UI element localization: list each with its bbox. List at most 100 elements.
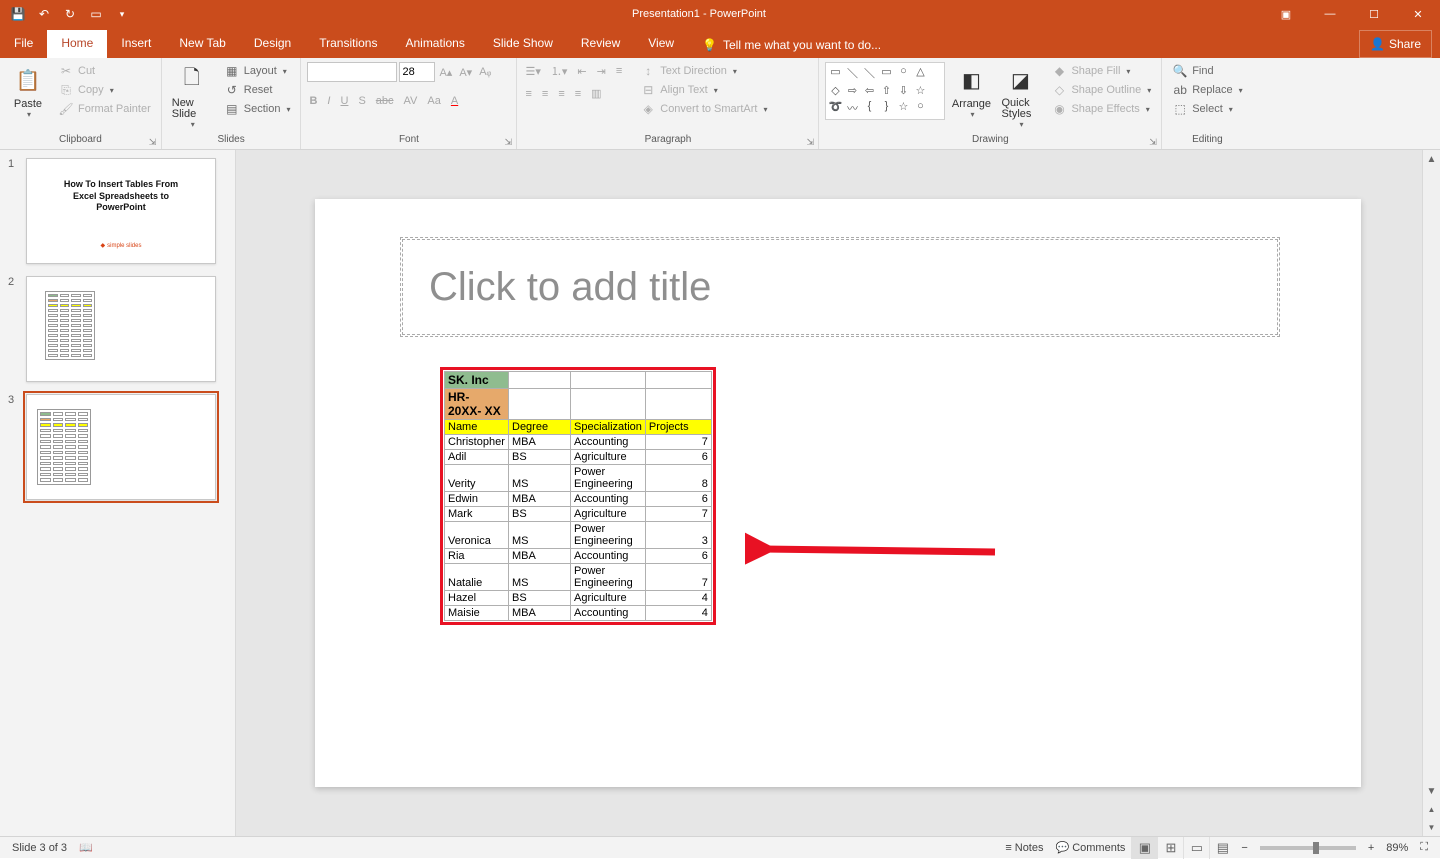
- strikethrough-icon[interactable]: abc: [374, 94, 396, 108]
- thumbnail-1[interactable]: 1 How To Insert Tables From Excel Spread…: [8, 158, 223, 264]
- bullets-icon[interactable]: ☰▾: [523, 64, 542, 79]
- zoom-level[interactable]: 89%: [1380, 842, 1414, 854]
- cut-button[interactable]: ✂Cut: [54, 62, 155, 80]
- normal-view-icon[interactable]: ▣: [1131, 837, 1157, 859]
- columns-icon[interactable]: ▥: [589, 86, 603, 101]
- zoom-slider[interactable]: [1260, 846, 1356, 850]
- arrange-button[interactable]: ◧ Arrange ▾: [949, 62, 993, 134]
- notes-button[interactable]: ≡Notes: [999, 842, 1049, 854]
- maximize-icon[interactable]: ☐: [1352, 0, 1396, 28]
- previous-slide-icon[interactable]: ▲: [1423, 800, 1440, 818]
- bold-icon[interactable]: B: [307, 94, 319, 108]
- shapes-gallery[interactable]: ▭＼＼▭○△ ◇⇨⇦⇧⇩☆ ➰〰{}☆○: [825, 62, 945, 120]
- decrease-font-icon[interactable]: A▾: [457, 65, 474, 80]
- tab-animations[interactable]: Animations: [391, 30, 478, 58]
- new-slide-button[interactable]: 🗋 New Slide ▾: [168, 62, 216, 134]
- font-color-icon[interactable]: A: [449, 94, 460, 108]
- table-cell: 3: [645, 522, 711, 549]
- tab-design[interactable]: Design: [240, 30, 305, 58]
- shape-effects-button[interactable]: ◉Shape Effects▾: [1047, 100, 1155, 118]
- share-button[interactable]: 👤 Share: [1359, 30, 1432, 58]
- share-label: Share: [1389, 37, 1421, 51]
- section-button[interactable]: ▤Section▾: [220, 100, 295, 118]
- replace-button[interactable]: abReplace▾: [1168, 81, 1246, 99]
- tab-review[interactable]: Review: [567, 30, 634, 58]
- tab-home[interactable]: Home: [47, 30, 107, 58]
- slideshow-view-icon[interactable]: ▤: [1209, 837, 1235, 859]
- align-text-button[interactable]: ⊟Align Text▾: [636, 81, 771, 99]
- copy-icon: ⎘: [58, 82, 74, 98]
- slide-counter[interactable]: Slide 3 of 3: [6, 842, 73, 854]
- font-name-input[interactable]: [307, 62, 397, 82]
- line-spacing-icon[interactable]: ≡: [614, 64, 624, 78]
- numbering-icon[interactable]: ⒈▾: [549, 62, 570, 80]
- increase-indent-icon[interactable]: ⇥: [595, 64, 608, 79]
- paste-button[interactable]: 📋 Paste ▾: [6, 62, 50, 134]
- shadow-icon[interactable]: S: [356, 94, 367, 108]
- embedded-excel-table[interactable]: SK. Inc HR- 20XX- XX NameDegreeSpecializ…: [440, 367, 716, 625]
- qat-expand-icon[interactable]: ▾: [110, 3, 134, 25]
- next-slide-icon[interactable]: ▼: [1423, 818, 1440, 836]
- layout-button[interactable]: ▦Layout▾: [220, 62, 295, 80]
- clear-formatting-icon[interactable]: Aᵩ: [477, 65, 493, 79]
- quick-styles-button[interactable]: ◪ Quick Styles ▾: [997, 62, 1043, 134]
- thumbnail-3[interactable]: 3: [8, 394, 223, 500]
- undo-icon[interactable]: ↶: [32, 3, 56, 25]
- table-cell: Ria: [445, 549, 509, 564]
- increase-font-icon[interactable]: A▴: [437, 65, 454, 80]
- character-spacing-icon[interactable]: AV: [402, 94, 420, 108]
- convert-smartart-button[interactable]: ◈Convert to SmartArt▾: [636, 100, 771, 118]
- tab-view[interactable]: View: [634, 30, 688, 58]
- header-name: Name: [445, 420, 509, 435]
- clipboard-launcher-icon[interactable]: ⇲: [149, 137, 159, 147]
- comments-button[interactable]: 💬Comments: [1050, 841, 1132, 854]
- slide-canvas[interactable]: Click to add title SK. Inc HR- 20XX- XX …: [315, 199, 1361, 787]
- copy-button[interactable]: ⎘Copy▾: [54, 81, 155, 99]
- redo-icon[interactable]: ↻: [58, 3, 82, 25]
- tab-slide-show[interactable]: Slide Show: [479, 30, 567, 58]
- minimize-icon[interactable]: —: [1308, 0, 1352, 28]
- reset-button[interactable]: ↺Reset: [220, 81, 295, 99]
- select-button[interactable]: ⬚Select▾: [1168, 100, 1246, 118]
- workspace: 1 How To Insert Tables From Excel Spread…: [0, 150, 1440, 836]
- format-painter-button[interactable]: 🖌Format Painter: [54, 100, 155, 118]
- fit-to-window-icon[interactable]: ⛶: [1414, 841, 1434, 854]
- scroll-up-icon[interactable]: ▲: [1423, 150, 1440, 168]
- text-direction-button[interactable]: ↕Text Direction▾: [636, 62, 771, 80]
- ribbon-display-options-icon[interactable]: ▣: [1264, 0, 1308, 28]
- paragraph-launcher-icon[interactable]: ⇲: [806, 137, 816, 147]
- spell-check-icon[interactable]: 📖: [73, 841, 99, 854]
- zoom-thumb[interactable]: [1313, 842, 1319, 854]
- vertical-scrollbar[interactable]: ▲ ▼ ▲ ▼: [1422, 150, 1440, 836]
- font-size-input[interactable]: [399, 62, 435, 82]
- thumbnail-2[interactable]: 2: [8, 276, 223, 382]
- reading-view-icon[interactable]: ▭: [1183, 837, 1209, 859]
- drawing-launcher-icon[interactable]: ⇲: [1149, 137, 1159, 147]
- justify-icon[interactable]: ≡: [573, 87, 583, 101]
- start-from-beginning-icon[interactable]: ▭: [84, 3, 108, 25]
- save-icon[interactable]: 💾: [6, 3, 30, 25]
- font-launcher-icon[interactable]: ⇲: [504, 137, 514, 147]
- shape-fill-button[interactable]: ◆Shape Fill▾: [1047, 62, 1155, 80]
- zoom-in-button[interactable]: +: [1362, 842, 1380, 854]
- find-button[interactable]: 🔍Find: [1168, 62, 1246, 80]
- scroll-down-icon[interactable]: ▼: [1423, 782, 1440, 800]
- decrease-indent-icon[interactable]: ⇤: [575, 64, 588, 79]
- tab-new-tab[interactable]: New Tab: [165, 30, 239, 58]
- underline-icon[interactable]: U: [338, 94, 350, 108]
- table-cell: 4: [645, 591, 711, 606]
- shape-outline-button[interactable]: ◇Shape Outline▾: [1047, 81, 1155, 99]
- align-center-icon[interactable]: ≡: [540, 87, 550, 101]
- align-right-icon[interactable]: ≡: [556, 87, 566, 101]
- title-placeholder[interactable]: Click to add title: [400, 237, 1280, 337]
- italic-icon[interactable]: I: [325, 94, 332, 108]
- close-icon[interactable]: ✕: [1396, 0, 1440, 28]
- tell-me-search[interactable]: 💡 Tell me what you want to do...: [688, 32, 895, 58]
- tab-insert[interactable]: Insert: [107, 30, 165, 58]
- align-left-icon[interactable]: ≡: [523, 87, 533, 101]
- zoom-out-button[interactable]: −: [1235, 842, 1253, 854]
- change-case-icon[interactable]: Aa: [425, 94, 442, 108]
- slide-sorter-view-icon[interactable]: ⊞: [1157, 837, 1183, 859]
- tab-transitions[interactable]: Transitions: [305, 30, 391, 58]
- file-tab[interactable]: File: [0, 30, 47, 58]
